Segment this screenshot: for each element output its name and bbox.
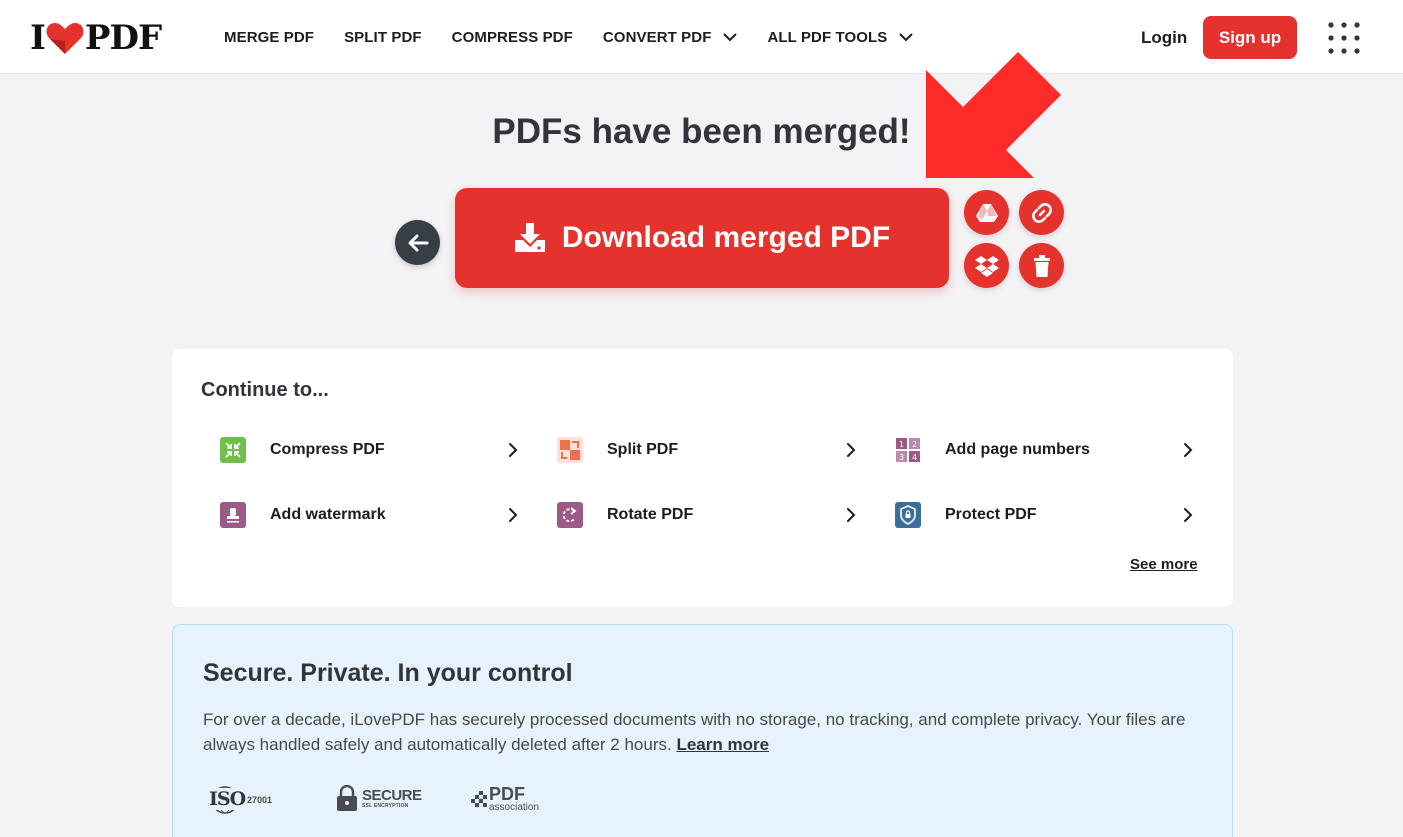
watermark-icon xyxy=(220,502,246,528)
signup-button[interactable]: Sign up xyxy=(1203,16,1297,59)
pdfa-text: PDF xyxy=(489,784,525,804)
tool-compress-pdf[interactable]: Compress PDF xyxy=(220,430,518,470)
nav-convert-pdf[interactable]: CONVERT PDF xyxy=(603,29,738,46)
tool-label: Rotate PDF xyxy=(607,506,694,523)
chevron-right-icon xyxy=(509,443,518,457)
nav-label: COMPRESS PDF xyxy=(451,28,573,46)
nav-compress-pdf[interactable]: COMPRESS PDF xyxy=(452,29,573,46)
secure-text: SECURE xyxy=(362,786,422,804)
logo-text-pdf: PDF xyxy=(84,18,162,58)
pdf-association-badge: PDF association xyxy=(471,785,539,813)
chevron-right-icon xyxy=(509,508,518,522)
arrow-left-icon xyxy=(408,234,428,251)
nav-split-pdf[interactable]: SPLIT PDF xyxy=(344,29,422,46)
download-icon xyxy=(514,223,545,252)
tool-label: Protect PDF xyxy=(945,506,1037,523)
tool-label: Add watermark xyxy=(270,506,386,523)
pdfa-subtext: association xyxy=(489,802,540,813)
split-icon xyxy=(557,437,583,463)
iso-27001-badge: ISO 27001 xyxy=(207,785,272,815)
download-label: Download merged PDF xyxy=(561,221,891,254)
chevron-right-icon xyxy=(1184,508,1193,522)
svg-text:2: 2 xyxy=(912,440,917,449)
pdf-association-icon xyxy=(471,791,487,807)
tool-add-page-numbers[interactable]: 1234 Add page numbers xyxy=(895,430,1193,470)
rotate-icon xyxy=(557,502,583,528)
learn-more-link[interactable]: Learn more xyxy=(676,735,769,754)
security-title: Secure. Private. In your control xyxy=(203,659,573,687)
login-link[interactable]: Login xyxy=(1141,28,1187,48)
top-header: I PDF MERGE PDF SPLIT PDF COMPRESS PDF C… xyxy=(0,0,1403,74)
tool-add-watermark[interactable]: Add watermark xyxy=(220,495,518,535)
heart-icon xyxy=(46,23,84,54)
tool-label: Add page numbers xyxy=(945,441,1090,458)
chevron-right-icon xyxy=(847,443,856,457)
delete-button[interactable] xyxy=(1019,243,1064,288)
apps-grid-icon[interactable] xyxy=(1327,21,1361,55)
continue-title: Continue to... xyxy=(201,379,329,401)
page-title: PDFs have been merged! xyxy=(492,112,911,151)
ilovepdf-logo[interactable]: I PDF xyxy=(30,18,162,58)
nav-label: MERGE PDF xyxy=(224,28,315,46)
security-info-card: Secure. Private. In your control For ove… xyxy=(172,624,1233,837)
see-more-link[interactable]: See more xyxy=(1130,556,1198,573)
logo-letter-i: I xyxy=(30,18,46,58)
nav-label: ALL PDF TOOLS xyxy=(767,28,888,46)
chevron-down-icon xyxy=(899,33,913,41)
svg-text:1: 1 xyxy=(899,440,904,449)
chevron-right-icon xyxy=(1184,443,1193,457)
ssl-secure-badge: SECURE SSL ENCRYPTION xyxy=(336,785,422,811)
annotation-arrow-icon xyxy=(926,52,1061,178)
page-numbers-icon: 1234 xyxy=(895,437,921,463)
tool-split-pdf[interactable]: Split PDF xyxy=(557,430,856,470)
dropbox-icon xyxy=(974,255,999,277)
svg-text:3: 3 xyxy=(899,453,904,462)
nav-label: SPLIT PDF xyxy=(344,28,422,46)
tool-label: Compress PDF xyxy=(270,441,385,458)
nav-label: CONVERT PDF xyxy=(602,28,712,46)
nav-merge-pdf[interactable]: MERGE PDF xyxy=(224,29,314,46)
copy-link-button[interactable] xyxy=(1019,190,1064,235)
shield-icon xyxy=(895,502,921,528)
link-icon xyxy=(1031,202,1052,223)
chevron-down-icon xyxy=(723,33,737,41)
chevron-right-icon xyxy=(847,508,856,522)
save-to-dropbox-button[interactable] xyxy=(964,243,1009,288)
main-nav: MERGE PDF SPLIT PDF COMPRESS PDF CONVERT… xyxy=(224,0,943,74)
padlock-icon xyxy=(337,785,357,811)
compress-icon xyxy=(220,437,246,463)
svg-text:4: 4 xyxy=(912,453,917,462)
download-merged-pdf-button[interactable]: Download merged PDF xyxy=(455,188,949,288)
iso-number: 27001 xyxy=(247,795,273,805)
tool-label: Split PDF xyxy=(607,441,679,458)
security-description: For over a decade, iLovePDF has securely… xyxy=(203,707,1213,757)
nav-all-pdf-tools[interactable]: ALL PDF TOOLS xyxy=(767,29,913,46)
save-to-google-drive-button[interactable] xyxy=(964,190,1009,235)
iso-text: ISO xyxy=(208,788,246,810)
trash-icon xyxy=(1033,254,1050,277)
tool-rotate-pdf[interactable]: Rotate PDF xyxy=(557,495,856,535)
tool-protect-pdf[interactable]: Protect PDF xyxy=(895,495,1193,535)
continue-to-card: Continue to... Compress PDF Split PDF 12… xyxy=(172,349,1233,607)
google-drive-icon xyxy=(975,203,998,222)
secure-subtext: SSL ENCRYPTION xyxy=(362,802,409,809)
back-button[interactable] xyxy=(395,220,440,265)
